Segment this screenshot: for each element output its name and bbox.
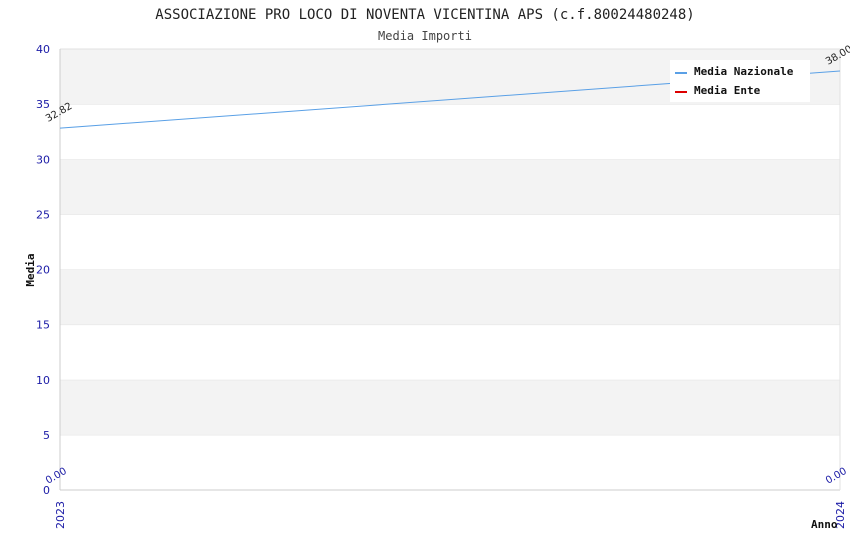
line-chart: ASSOCIAZIONE PRO LOCO DI NOVENTA VICENTI…: [24, 7, 850, 531]
grid-band: [60, 379, 840, 435]
legend: Media Nazionale Media Ente: [670, 60, 810, 102]
grid-band: [60, 159, 840, 215]
y-tick-label: 35: [36, 98, 50, 111]
chart-title: ASSOCIAZIONE PRO LOCO DI NOVENTA VICENTI…: [155, 7, 694, 23]
x-tick-label: 2023: [54, 501, 67, 529]
y-tick-label: 5: [43, 429, 50, 442]
y-tick-label: 25: [36, 208, 50, 221]
y-tick-label: 40: [36, 43, 50, 56]
x-axis-title: Anno: [811, 518, 838, 531]
y-tick-label: 20: [36, 264, 50, 277]
y-axis-title: Media: [24, 253, 37, 286]
y-tick-labels: 0510152025303540: [36, 43, 50, 497]
y-tick-label: 10: [36, 374, 50, 387]
grid-band: [60, 324, 840, 380]
grid-band: [60, 104, 840, 160]
legend-label-media-nazionale: Media Nazionale: [694, 65, 794, 78]
x-tick-labels: 2023 2024: [54, 501, 847, 529]
grid-band: [60, 434, 840, 490]
grid-band: [60, 214, 840, 270]
grid-band: [60, 269, 840, 325]
chart-subtitle: Media Importi: [378, 29, 472, 43]
y-tick-label: 15: [36, 319, 50, 332]
y-tick-label: 30: [36, 153, 50, 166]
legend-label-media-ente: Media Ente: [694, 84, 761, 97]
grid-bands: [60, 48, 840, 490]
